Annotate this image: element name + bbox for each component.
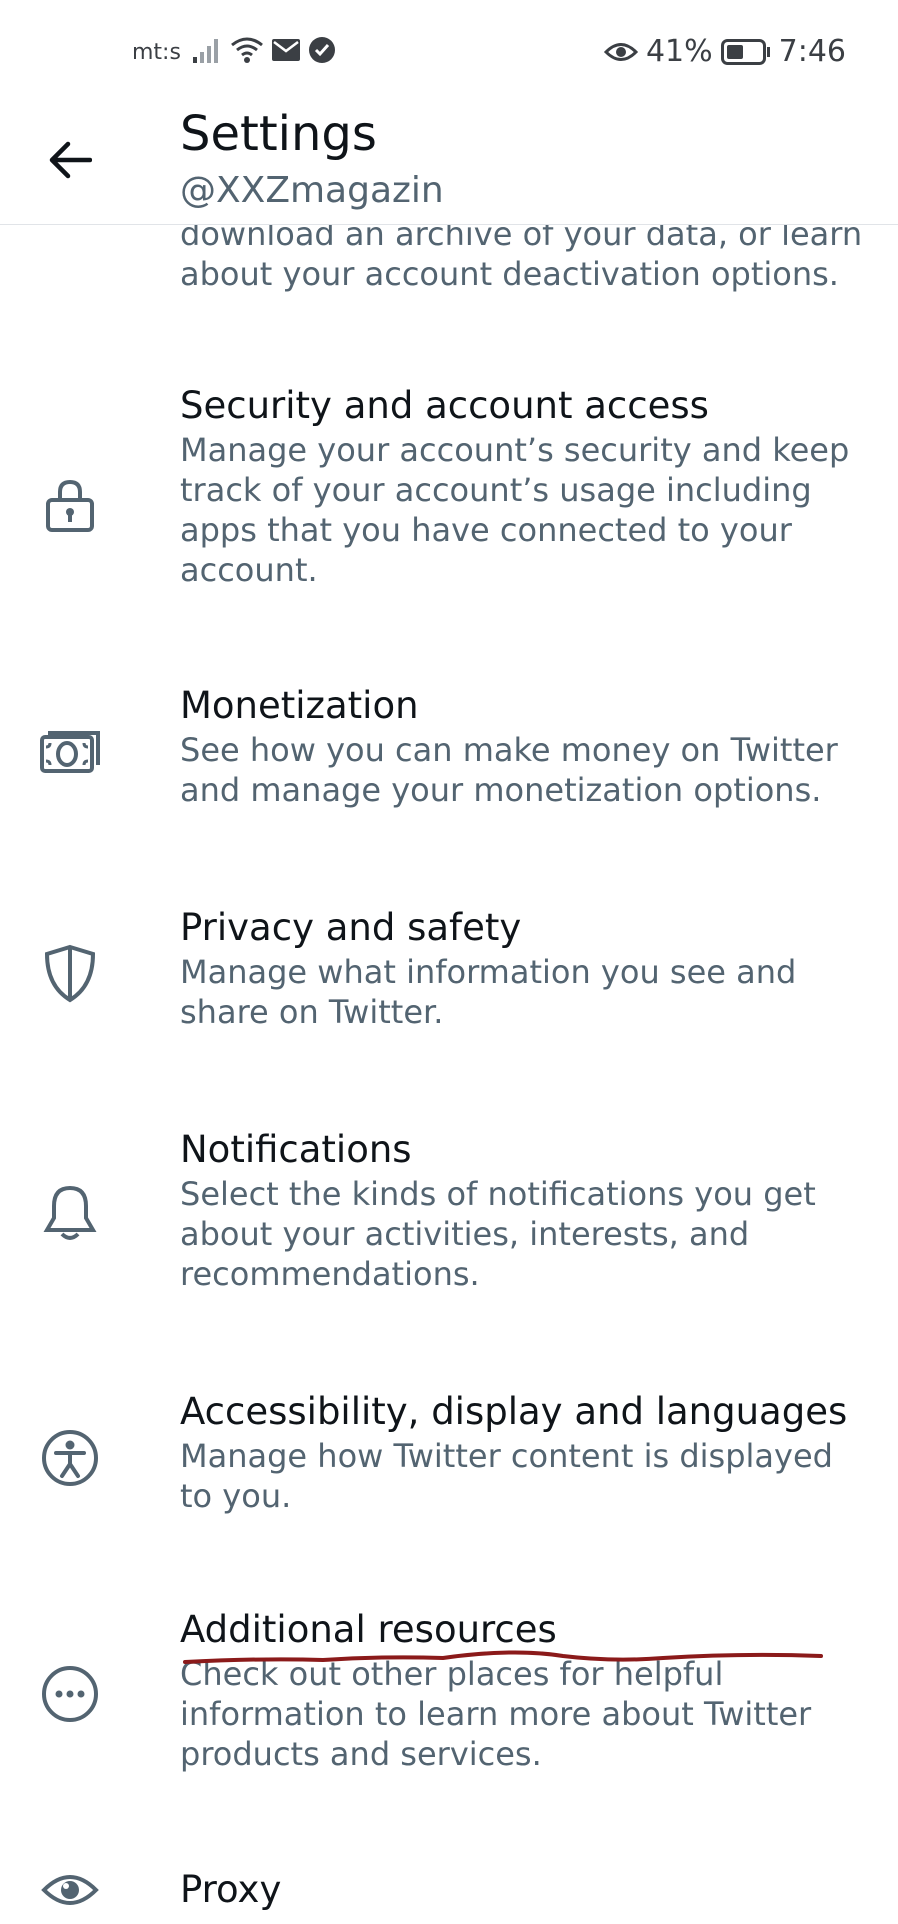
arrow-left-icon (48, 140, 92, 180)
battery-percent: 41% (645, 34, 713, 69)
settings-item-security[interactable]: Security and account access Manage your … (0, 374, 898, 614)
partial-item-description: download an archive of your data, or lea… (180, 215, 863, 293)
item-title: Monetization (180, 684, 419, 727)
status-right: 41% 7:46 (603, 34, 846, 69)
item-title: Proxy (180, 1868, 282, 1911)
settings-item-additional-resources[interactable]: Additional resources Check out other pla… (0, 1604, 898, 1804)
mail-icon (272, 39, 300, 61)
settings-item-notifications[interactable]: Notifications Select the kinds of notifi… (0, 1124, 898, 1324)
red-underline-annotation (183, 1650, 823, 1668)
account-handle: @XXZmagazin (180, 170, 444, 211)
item-title: Privacy and safety (180, 906, 522, 949)
accessibility-icon (38, 1426, 102, 1490)
settings-item-accessibility[interactable]: Accessibility, display and languages Man… (0, 1386, 898, 1546)
carrier-label: mt:s (132, 40, 181, 65)
clock: 7:46 (778, 34, 846, 69)
item-title: Additional resources (180, 1608, 557, 1651)
money-icon (38, 720, 102, 784)
eye-comfort-icon (603, 41, 638, 63)
item-title: Notifications (180, 1128, 412, 1171)
status-icons (192, 36, 336, 64)
settings-item-proxy[interactable]: Proxy (0, 1864, 898, 1924)
item-description: Manage what information you see and shar… (180, 953, 797, 1031)
status-bar: mt:s 41% 7:46 (0, 0, 898, 104)
check-badge-icon (308, 36, 336, 64)
signal-icon (192, 37, 222, 63)
settings-item-privacy[interactable]: Privacy and safety Manage what informati… (0, 902, 898, 1062)
lock-icon (38, 474, 102, 538)
item-description: Manage how Twitter content is displayed … (180, 1437, 833, 1515)
item-title: Accessibility, display and languages (180, 1390, 848, 1433)
item-description: Check out other places for helpful infor… (180, 1655, 812, 1773)
back-button[interactable] (40, 130, 100, 190)
page-title: Settings (180, 106, 377, 162)
item-description: Manage your account’s security and keep … (180, 431, 850, 589)
eye-icon (38, 1858, 102, 1922)
bell-icon (38, 1182, 102, 1246)
item-description: See how you can make money on Twitter an… (180, 731, 838, 809)
shield-icon (38, 942, 102, 1006)
settings-header: Settings @XXZmagazin (0, 104, 898, 225)
more-icon (38, 1662, 102, 1726)
battery-icon (720, 38, 771, 65)
wifi-icon (230, 36, 264, 64)
settings-item-monetization[interactable]: Monetization See how you can make money … (0, 680, 898, 840)
item-description: Select the kinds of notifications you ge… (180, 1175, 816, 1293)
item-title: Security and account access (180, 384, 709, 427)
